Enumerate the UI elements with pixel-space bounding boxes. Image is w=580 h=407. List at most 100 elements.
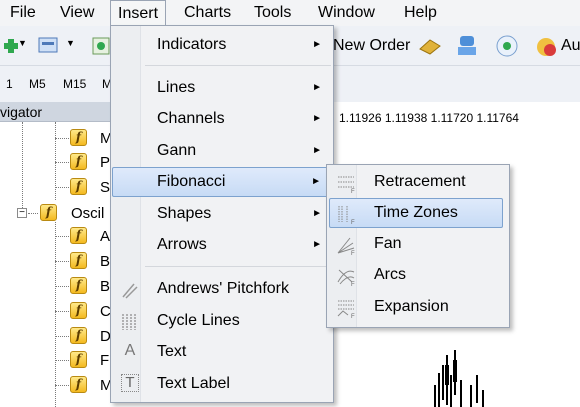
menu-item-label: Indicators [157,36,227,53]
menu-item-arcs[interactable]: F Arcs [329,260,503,290]
fib-fan-icon: F [337,237,355,255]
navigator-title: vigator [0,104,43,120]
tree-line [55,286,69,287]
timeframe-m5[interactable]: M5 [29,77,46,91]
tree-line [55,385,69,386]
menu-item-shapes[interactable]: Shapes ► [112,199,332,229]
menu-window[interactable]: Window [318,4,375,22]
cycle-lines-icon [122,314,136,330]
menu-item-expansion[interactable]: F Expansion [329,292,503,322]
fibonacci-submenu: F Retracement F Time Zones F Fan F Arcs … [326,164,510,328]
indicator-icon: f [70,252,87,269]
tree-line [55,162,69,163]
fib-time-zones-icon: F [338,206,355,224]
navigator-item[interactable]: B [100,278,110,295]
navigator-item[interactable]: P [100,154,110,171]
submenu-arrow-icon: ► [312,208,322,219]
menu-insert[interactable]: Insert [110,0,167,26]
pitchfork-icon [122,283,138,299]
menu-view[interactable]: View [60,4,94,22]
menu-item-label: Fan [374,235,402,252]
tree-line [55,122,56,200]
menu-item-label: Text [157,343,187,360]
menu-item-label: Gann [157,142,197,159]
history-center-icon[interactable] [455,33,481,59]
signals-icon[interactable] [494,33,520,59]
menu-item-text[interactable]: A Text [112,337,332,367]
navigator-item[interactable]: A [100,228,110,245]
tree-line [55,222,56,407]
text-label-icon: T [121,374,139,392]
menu-item-fan[interactable]: F Fan [329,229,503,259]
fib-arcs-icon: F [337,269,355,286]
menu-item-label: Shapes [157,205,212,222]
menu-item-label: Retracement [374,173,466,190]
tree-line [55,187,69,188]
menu-tools[interactable]: Tools [254,4,291,22]
menu-item-channels[interactable]: Channels ► [112,104,332,134]
folder-icon: f [40,204,57,221]
submenu-arrow-icon: ► [311,176,321,187]
expert-advisor-icon[interactable] [533,33,559,59]
dropdown-arrow-icon[interactable]: ▼ [66,38,75,48]
price-readout: 1.11926 1.11938 1.11720 1.11764 [339,111,519,125]
menu-item-retracement[interactable]: F Retracement [329,167,503,197]
fib-retracement-icon: F [338,176,355,193]
collapse-icon[interactable]: − [17,208,27,218]
menu-item-label: Text Label [157,375,230,392]
timeframe-m1[interactable]: 1 [6,77,13,91]
tree-line [55,138,69,139]
menu-item-arrows[interactable]: Arrows ► [112,230,332,260]
menu-item-lines[interactable]: Lines ► [112,73,332,103]
navigator-item[interactable]: F [100,352,109,369]
indicator-icon: f [70,227,87,244]
menu-item-time-zones[interactable]: F Time Zones [329,198,503,228]
autotrading-button[interactable]: Au [561,37,580,55]
tree-line [55,311,69,312]
svg-text:F: F [351,314,355,318]
navigator-panel [0,122,112,407]
menu-file[interactable]: File [10,4,36,22]
indicator-icon: f [70,376,87,393]
indicator-icon: f [70,129,87,146]
menu-item-gann[interactable]: Gann ► [112,136,332,166]
candlestick-chart [434,350,484,407]
text-icon: A [124,342,136,359]
svg-text:F: F [351,189,355,193]
indicator-icon: f [70,351,87,368]
menu-help[interactable]: Help [404,4,437,22]
svg-text:F: F [351,251,355,255]
indicator-icon: f [70,153,87,170]
menu-item-label: Time Zones [374,204,458,221]
menu-item-label: Arcs [374,266,406,283]
submenu-arrow-icon: ► [312,113,322,124]
submenu-arrow-icon: ► [312,239,322,250]
menu-separator [145,266,331,267]
submenu-arrow-icon: ► [312,145,322,156]
menu-item-indicators[interactable]: Indicators ► [112,30,332,60]
new-order-button[interactable]: New Order [333,37,410,55]
menu-item-text-label[interactable]: T Text Label [112,369,332,399]
navigator-item[interactable]: S [100,179,110,196]
tree-line [28,213,38,214]
indicator-icon: f [70,302,87,319]
insert-menu-dropdown: Indicators ► Lines ► Channels ► Gann ► F… [110,25,334,403]
profiles-icon[interactable] [37,35,61,57]
dropdown-arrow-icon[interactable]: ▼ [18,38,27,48]
navigator-header: vigator [0,102,112,122]
indicator-icon: f [70,277,87,294]
navigator-item-oscillators[interactable]: Oscil [71,205,104,222]
terminal-icon[interactable] [417,35,443,57]
menu-item-label: Channels [157,110,225,127]
menu-item-andrews-pitchfork[interactable]: Andrews' Pitchfork [112,274,332,304]
menu-item-fibonacci[interactable]: Fibonacci ► [112,167,332,197]
menu-item-cycle-lines[interactable]: Cycle Lines [112,306,332,336]
menu-item-label: Fibonacci [157,173,226,190]
timeframe-m15[interactable]: M15 [63,77,86,91]
fib-expansion-icon: F [337,300,355,318]
navigator-item[interactable]: B [100,253,110,270]
menu-charts[interactable]: Charts [184,4,231,22]
menu-bar: File View Insert Charts Tools Window Hel… [0,0,580,26]
submenu-arrow-icon: ► [312,39,322,50]
tree-line [55,261,69,262]
